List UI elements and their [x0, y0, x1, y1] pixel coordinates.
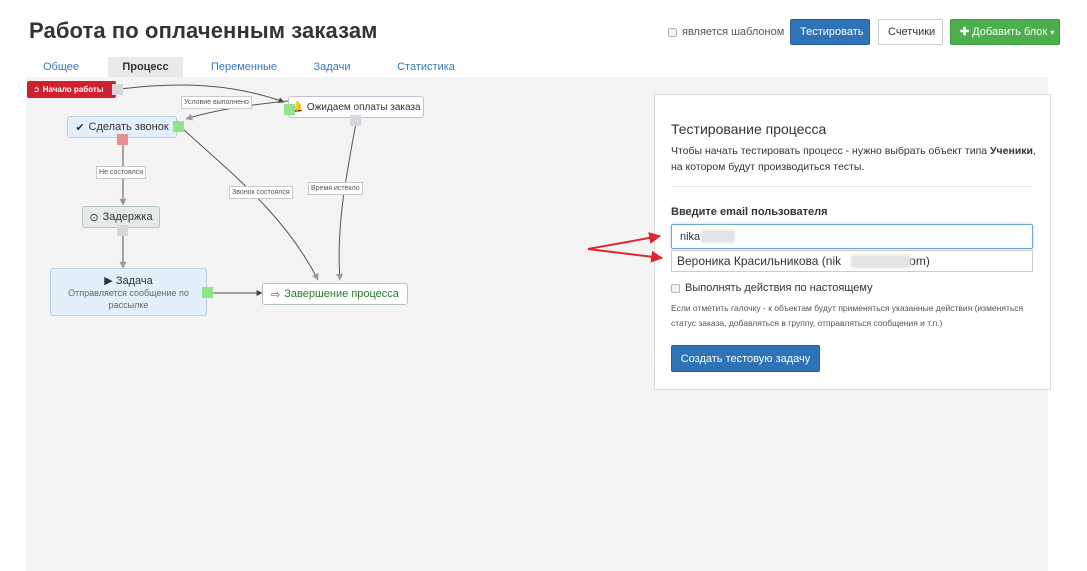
create-test-task-button[interactable]: Создать тестовую задачу [671, 345, 820, 372]
panel-title: Тестирование процесса [671, 121, 827, 137]
tab-general[interactable]: Общее [26, 57, 96, 77]
suggestion-tail: om) [909, 254, 930, 268]
test-process-panel: Тестирование процесса Чтобы начать тести… [654, 94, 1051, 390]
node-start-label: Начало работы [42, 85, 104, 94]
tab-bar: Общее Процесс Переменные Задачи Статисти… [26, 57, 1048, 77]
await-output-port[interactable] [350, 115, 361, 126]
flow-connectors [119, 84, 357, 296]
play-icon: ▶ [104, 274, 113, 287]
live-actions-help: Если отметить галочку - к объектам будут… [671, 303, 1024, 328]
add-block-label: Добавить блок [972, 26, 1048, 38]
tab-tasks[interactable]: Задачи [304, 57, 360, 77]
live-actions-checkbox[interactable]: Выполнять действия по настоящему [671, 282, 873, 294]
call-no-port[interactable] [117, 134, 128, 145]
node-task[interactable]: ▶ Задача Отправляется сообщение по рассы… [50, 268, 207, 316]
edge-await-to-finish [336, 122, 357, 281]
test-button[interactable]: Тестировать [790, 19, 870, 45]
clock-icon: ⊙ [89, 211, 99, 224]
await-input-port[interactable] [284, 104, 295, 115]
node-call-label: Сделать звонок [88, 121, 169, 133]
edge-label-condition-met: Условие выполнено [181, 96, 252, 109]
node-await-label: Ожидаем оплаты заказа [306, 101, 421, 113]
sign-in-icon: ➲ [33, 85, 40, 94]
edge-call-to-finish [183, 129, 319, 281]
add-block-button[interactable]: ✚ Добавить блок ▾ [950, 19, 1060, 45]
node-finish[interactable]: ⇨ Завершение процесса [262, 283, 408, 305]
template-checkbox-label: является шаблоном [682, 26, 785, 38]
tab-process[interactable]: Процесс [108, 57, 183, 77]
email-label: Введите email пользователя [671, 206, 828, 218]
template-checkbox[interactable]: является шаблоном [668, 26, 784, 38]
panel-desc-object-type: Ученики [990, 145, 1033, 157]
template-checkbox-box[interactable] [668, 27, 677, 37]
node-delay-label: Задержка [102, 211, 153, 223]
plus-icon: ✚ [960, 26, 970, 38]
caret-down-icon: ▾ [1050, 28, 1055, 37]
start-port[interactable] [112, 84, 123, 95]
task-output-port[interactable] [202, 287, 213, 298]
call-yes-port[interactable] [173, 121, 184, 132]
live-actions-checkbox-box[interactable] [671, 283, 680, 293]
check-icon: ✔ [75, 121, 85, 134]
tab-statistics[interactable]: Статистика [390, 57, 462, 77]
suggestion-name: Вероника Красильникова (nik [677, 254, 842, 268]
edge-label-not-happened: Не состоялся [96, 166, 147, 179]
redacted-suggestion-text [851, 255, 911, 268]
sign-out-icon: ⇨ [271, 288, 281, 301]
tab-variables[interactable]: Переменные [196, 57, 292, 77]
page-title: Работа по оплаченным заказам [29, 18, 378, 43]
edge-label-call-happened: Звонок состоялся [229, 186, 293, 199]
panel-desc-prefix: Чтобы начать тестировать процесс - нужно… [671, 145, 991, 157]
counters-button[interactable]: Счетчики [878, 19, 943, 45]
redacted-input-text [701, 230, 735, 243]
node-start[interactable]: ➲ Начало работы [27, 81, 116, 98]
panel-divider [671, 186, 1033, 187]
panel-description: Чтобы начать тестировать процесс - нужно… [671, 143, 1036, 175]
node-finish-label: Завершение процесса [284, 288, 399, 300]
delay-output-port[interactable] [117, 225, 128, 236]
live-actions-label: Выполнять действия по настоящему [685, 282, 873, 294]
node-task-subtitle: Отправляется сообщение по рассылке [68, 287, 189, 310]
node-task-label: Задача [115, 274, 153, 287]
edge-label-time-expired: Время истекло [308, 182, 363, 195]
